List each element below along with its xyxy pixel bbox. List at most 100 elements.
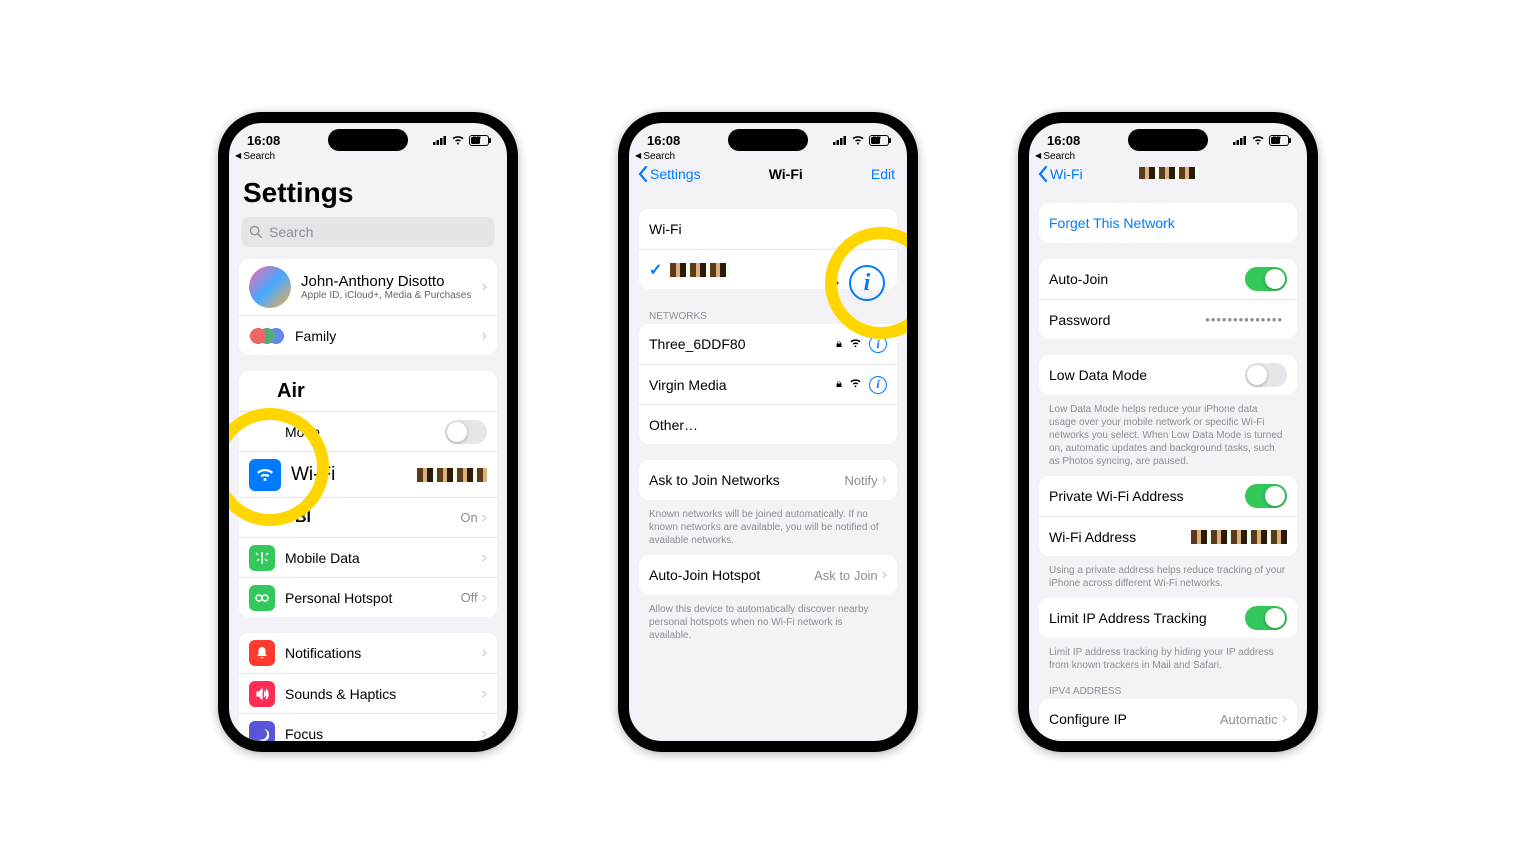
mac-redacted — [1191, 530, 1287, 544]
private-toggle[interactable] — [1245, 484, 1287, 508]
chevron-right-icon: › — [482, 509, 487, 527]
networks-header: NETWORKS — [629, 305, 907, 324]
net2-name: Virgin Media — [649, 377, 836, 393]
autojoin-row[interactable]: Auto-Join — [1039, 259, 1297, 299]
lock-icon: 🔒︎ — [836, 338, 842, 351]
airplane-toggle[interactable] — [445, 420, 487, 444]
wifi-strength-icon — [849, 338, 862, 351]
chevron-right-icon: › — [482, 327, 487, 345]
ipv4-header: IPV4 ADDRESS — [1029, 680, 1307, 699]
search-placeholder: Search — [269, 224, 313, 240]
back-button[interactable]: Wi-Fi — [1037, 165, 1083, 183]
password-row[interactable]: Password •••••••••••••• — [1039, 299, 1297, 339]
autojoin-label: Auto-Join — [1049, 271, 1245, 287]
wifi-icon — [1251, 133, 1265, 148]
wifi-icon — [249, 459, 281, 491]
notch — [728, 129, 808, 151]
network-row-1[interactable]: Three_6DDF80 🔒︎ i — [639, 324, 897, 364]
private-addr-row[interactable]: Private Wi-Fi Address — [1039, 476, 1297, 516]
focus-label: Focus — [285, 726, 482, 742]
password-value: •••••••••••••• — [1205, 312, 1283, 327]
network-row-2[interactable]: Virgin Media 🔒︎ i — [639, 364, 897, 404]
info-icon[interactable]: i — [869, 376, 887, 394]
configure-ip-row[interactable]: Configure IP Automatic › — [1039, 699, 1297, 739]
chevron-right-icon: › — [482, 644, 487, 662]
cellular-icon — [433, 133, 447, 148]
page-title: Settings — [229, 161, 507, 217]
search-input[interactable]: Search — [241, 217, 495, 247]
limit-tracking-row[interactable]: Limit IP Address Tracking — [1039, 598, 1297, 638]
other-network-row[interactable]: Other… — [639, 404, 897, 444]
info-icon-big[interactable]: i — [849, 265, 885, 301]
other-label: Other… — [649, 417, 887, 433]
wifi-name-redacted — [417, 468, 487, 482]
battery-icon — [1269, 135, 1289, 146]
info-icon[interactable]: i — [869, 335, 887, 353]
configip-value: Automatic — [1220, 712, 1278, 727]
edit-button[interactable]: Edit — [871, 166, 895, 182]
ask-value: Notify — [844, 473, 877, 488]
chevron-right-icon: › — [482, 549, 487, 567]
apple-id-row[interactable]: John-Anthony Disotto Apple ID, iCloud+, … — [239, 259, 497, 315]
limit-label: Limit IP Address Tracking — [1049, 610, 1245, 626]
ask-footer: Known networks will be joined automatica… — [629, 504, 907, 555]
limit-footer: Limit IP address tracking by hiding your… — [1029, 642, 1307, 680]
forget-label: Forget This Network — [1049, 215, 1287, 231]
password-label: Password — [1049, 312, 1205, 328]
phone-wifi-detail: 16:08 Search Wi-Fi Forget This Network — [1018, 112, 1318, 752]
network-name-redacted — [670, 263, 730, 277]
notch — [1128, 129, 1208, 151]
wifi-master-label: Wi-Fi — [649, 221, 887, 237]
profile-name: John-Anthony Disotto — [301, 273, 482, 290]
status-time: 16:08 — [647, 133, 680, 148]
lock-icon: 🔒︎ — [836, 378, 842, 391]
nav-bar: Wi-Fi — [1029, 161, 1307, 189]
wifi-addr-row[interactable]: Wi-Fi Address — [1039, 516, 1297, 556]
wifi-row[interactable]: Wi-Fi — [239, 451, 497, 497]
speaker-icon — [249, 681, 275, 707]
family-label: Family — [295, 328, 482, 344]
back-button[interactable]: Settings — [637, 165, 701, 183]
cellular-icon — [833, 133, 847, 148]
notifications-row[interactable]: Notifications › — [239, 633, 497, 673]
hotspot-row[interactable]: Personal Hotspot Off › — [239, 577, 497, 617]
forget-network-button[interactable]: Forget This Network — [1039, 203, 1297, 243]
lowdata-row[interactable]: Low Data Mode — [1039, 355, 1297, 395]
phone-settings-root: 16:08 Search Settings Search — [218, 112, 518, 752]
chevron-right-icon: › — [482, 685, 487, 703]
lowdata-footer: Low Data Mode helps reduce your iPhone d… — [1029, 399, 1307, 476]
chevron-right-icon: › — [482, 725, 487, 742]
status-time: 16:08 — [1047, 133, 1080, 148]
family-row[interactable]: Family › — [239, 315, 497, 355]
ask-label: Ask to Join Networks — [649, 472, 844, 488]
lowdata-toggle[interactable] — [1245, 363, 1287, 387]
net1-name: Three_6DDF80 — [649, 336, 836, 352]
chevron-right-icon: › — [882, 471, 887, 489]
mobile-data-row[interactable]: Mobile Data › — [239, 537, 497, 577]
sounds-row[interactable]: Sounds & Haptics › — [239, 673, 497, 713]
ask-to-join-row[interactable]: Ask to Join Networks Notify › — [639, 460, 897, 500]
airplane-mode-row[interactable]: Mode — [239, 411, 497, 451]
sounds-label: Sounds & Haptics — [285, 686, 482, 702]
wifi-label: Wi-Fi — [291, 464, 417, 486]
battery-icon — [869, 135, 889, 146]
limit-toggle[interactable] — [1245, 606, 1287, 630]
avatar — [249, 266, 291, 308]
hotspot-label: Personal Hotspot — [285, 590, 461, 606]
wifiaddr-label: Wi-Fi Address — [1049, 529, 1191, 545]
wifi-icon — [851, 133, 865, 148]
nav-bar: Settings Wi-Fi Edit — [629, 161, 907, 189]
autojoin-toggle[interactable] — [1245, 267, 1287, 291]
ip-address-row[interactable]: IP Address — [1039, 739, 1297, 741]
hotspot-value: Off — [461, 590, 478, 605]
private-label: Private Wi-Fi Address — [1049, 488, 1245, 504]
focus-row[interactable]: Focus › — [239, 713, 497, 741]
moon-icon — [249, 721, 275, 742]
airplane-label: Mode — [285, 424, 445, 440]
auto-join-hotspot-row[interactable]: Auto-Join Hotspot Ask to Join › — [639, 555, 897, 595]
chevron-right-icon: › — [482, 278, 487, 296]
bluetooth-partial[interactable]: Bl On › — [239, 497, 497, 537]
wifi-master-row[interactable]: Wi-Fi — [639, 209, 897, 249]
auto-label: Auto-Join Hotspot — [649, 567, 814, 583]
wifi-strength-icon — [849, 378, 862, 391]
